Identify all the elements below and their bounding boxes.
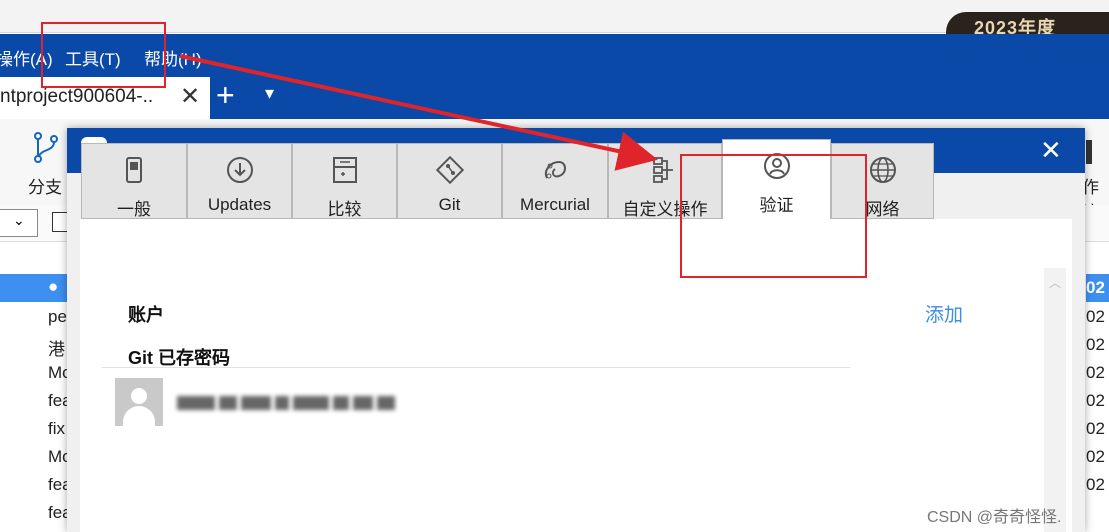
annotation-arrow — [179, 54, 658, 171]
watermark: CSDN @奇奇怪怪. — [927, 509, 1062, 526]
